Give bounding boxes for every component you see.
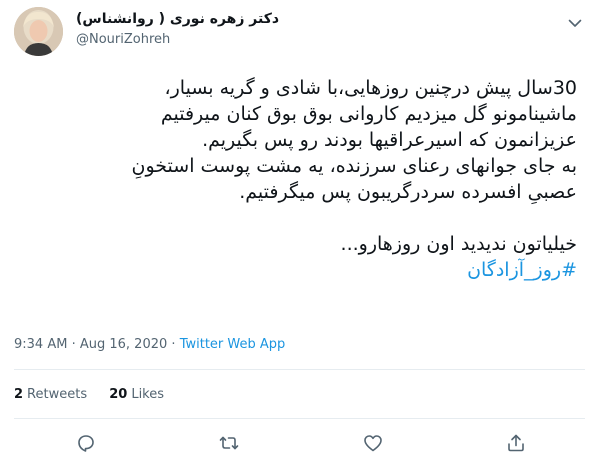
likes-count: 20 (109, 387, 128, 402)
tweet-text-line: ماشینامونو گل میزدیم کاروانی بوق بوق کنا… (160, 103, 577, 125)
user-handle[interactable]: @NouriZohreh (76, 32, 170, 47)
hashtag-link[interactable]: #روز_آزادگان (7, 257, 577, 283)
tweet-stats: 2 Retweets 20 Likes (14, 387, 182, 402)
avatar[interactable] (14, 7, 63, 56)
chevron-down-icon[interactable] (566, 14, 584, 32)
tweet-text-line: خیلیاتون ندیدید اون روزهارو... (340, 233, 577, 255)
meta-separator: · (171, 337, 176, 352)
divider (14, 369, 585, 370)
reply-icon[interactable] (75, 432, 97, 454)
heart-icon[interactable] (362, 432, 384, 454)
meta-separator: · (71, 337, 76, 352)
retweet-icon[interactable] (218, 432, 240, 454)
tweet-date[interactable]: Aug 16, 2020 (80, 337, 167, 352)
avatar-image (14, 7, 63, 56)
source-link[interactable]: Twitter Web App (180, 337, 286, 352)
tweet-text-line: به جای جوانهای رعنای سرزنده، یه مشت پوست… (131, 155, 577, 177)
tweet-time[interactable]: 9:34 AM (14, 337, 67, 352)
tweet-text-line: عصبیِ افسرده سردرگریبون پس میگرفتیم. (239, 181, 577, 203)
tweet-card: دکتر زهره نوری ( روانشناس) @NouriZohreh … (0, 0, 599, 469)
tweet-text: 30سال پیش درچنین روزهایی،با شادی و گریه … (7, 75, 577, 283)
retweets-count: 2 (14, 387, 24, 402)
likes-stat[interactable]: 20 Likes (109, 387, 164, 402)
tweet-text-line: 30سال پیش درچنین روزهایی،با شادی و گریه … (164, 77, 578, 99)
share-icon[interactable] (505, 432, 527, 454)
display-name[interactable]: دکتر زهره نوری ( روانشناس) (76, 11, 279, 27)
tweet-text-line: عزیزانمون که اسیرعراقیها بودند رو پس بگی… (202, 129, 577, 151)
retweets-label: Retweets (27, 387, 88, 402)
divider (14, 418, 585, 419)
retweets-stat[interactable]: 2 Retweets (14, 387, 87, 402)
likes-label: Likes (131, 387, 165, 402)
tweet-meta: 9:34 AM · Aug 16, 2020 · Twitter Web App (14, 337, 285, 352)
